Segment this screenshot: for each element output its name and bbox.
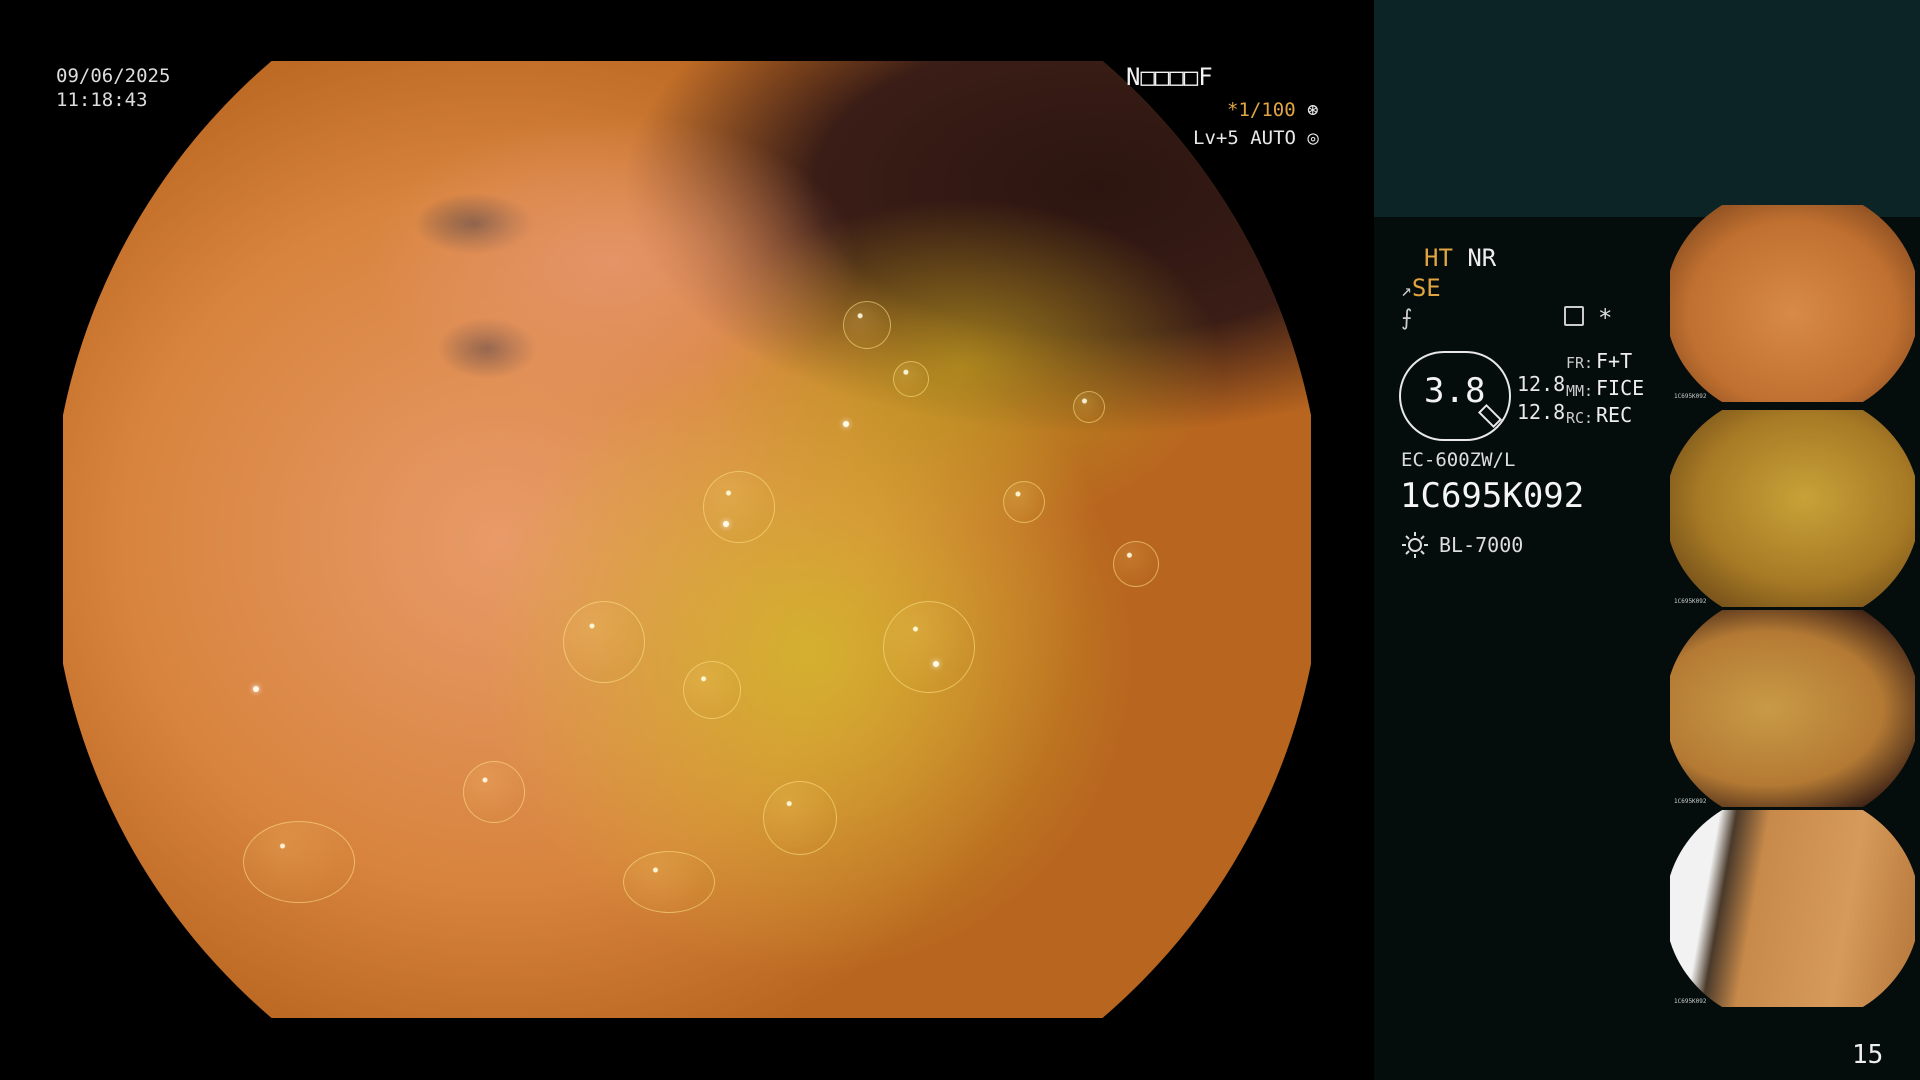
thumbnail[interactable]: 1C695K092 (1670, 410, 1915, 607)
mode-row: HT NR (1424, 244, 1496, 272)
se-label: SE (1411, 274, 1441, 302)
thumbnail-caption: 1C695K092 (1674, 798, 1707, 805)
level-value: Lv+5 AUTO (1193, 127, 1296, 149)
date: 09/06/2025 (56, 65, 171, 87)
nr-label: NR (1467, 244, 1497, 272)
bubble (893, 361, 929, 397)
page-number: 15 (1852, 1040, 1884, 1070)
bubble (563, 601, 645, 683)
fr-label: FR: (1566, 354, 1594, 372)
thumbnail[interactable]: 1C695K092 (1670, 810, 1915, 1007)
sun-icon (1402, 532, 1428, 558)
info-panel-header (1374, 0, 1920, 217)
se-row: ↗SE (1401, 274, 1441, 302)
specular-highlight (843, 421, 849, 427)
thumbnail-image (1670, 205, 1915, 402)
thumbnail-image (1670, 610, 1915, 807)
rc-label: RC: (1566, 409, 1594, 427)
specular-highlight (933, 661, 939, 667)
endoscope-view (63, 61, 1311, 1018)
bubble (843, 301, 891, 349)
specular-highlight (253, 686, 259, 692)
light-source: BL-7000 (1439, 533, 1524, 557)
scope-bend-icon: ↗ (1401, 280, 1412, 301)
thumbnail-caption: 1C695K092 (1674, 998, 1707, 1005)
ht-label: HT (1424, 244, 1453, 272)
thumbnail[interactable]: 1C695K092 (1670, 205, 1915, 402)
bubble (703, 471, 775, 543)
bubble (1113, 541, 1159, 587)
reading-2: 12.8 (1517, 400, 1566, 424)
time: 11:18:43 (56, 89, 148, 111)
star-icon: * (1598, 304, 1613, 332)
fr-value: F+T (1596, 349, 1633, 373)
scope-serial: 1C695K092 (1400, 476, 1585, 516)
menu-icon (1564, 306, 1584, 326)
thumbnail-image (1670, 410, 1915, 607)
shutter-icon: ⊛ (1307, 99, 1319, 121)
bubble (883, 601, 975, 693)
scope-model: EC-600ZW/L (1401, 449, 1516, 471)
mm-value: FICE (1596, 376, 1645, 400)
specular-highlight (723, 521, 729, 527)
status-code: N□□□□F (1126, 63, 1213, 91)
shutter-readout: *1/100 ⊛ (1227, 99, 1319, 121)
rc-value: REC (1596, 403, 1633, 427)
bubble (463, 761, 525, 823)
bubble (1073, 391, 1105, 423)
bubble (243, 821, 355, 903)
thumbnail-image (1670, 810, 1915, 1007)
bubble (683, 661, 741, 719)
thumbnail-caption: 1C695K092 (1674, 598, 1707, 605)
bubble (623, 851, 715, 913)
mm-label: MM: (1566, 382, 1594, 400)
datetime: 09/06/2025 11:18:43 (56, 64, 170, 112)
level-readout: Lv+5 AUTO ◎ (1193, 127, 1319, 149)
shutter-value: *1/100 (1227, 99, 1296, 121)
free-icon: ⨍ (1401, 306, 1413, 331)
thumbnail[interactable]: 1C695K092 (1670, 610, 1915, 807)
bubble (1003, 481, 1045, 523)
gauge-value: 3.8 (1424, 371, 1486, 411)
thumbnail-caption: 1C695K092 (1674, 393, 1707, 400)
reading-1: 12.8 (1517, 372, 1566, 396)
auto-iris-icon: ◎ (1307, 127, 1319, 149)
bubble (763, 781, 837, 855)
